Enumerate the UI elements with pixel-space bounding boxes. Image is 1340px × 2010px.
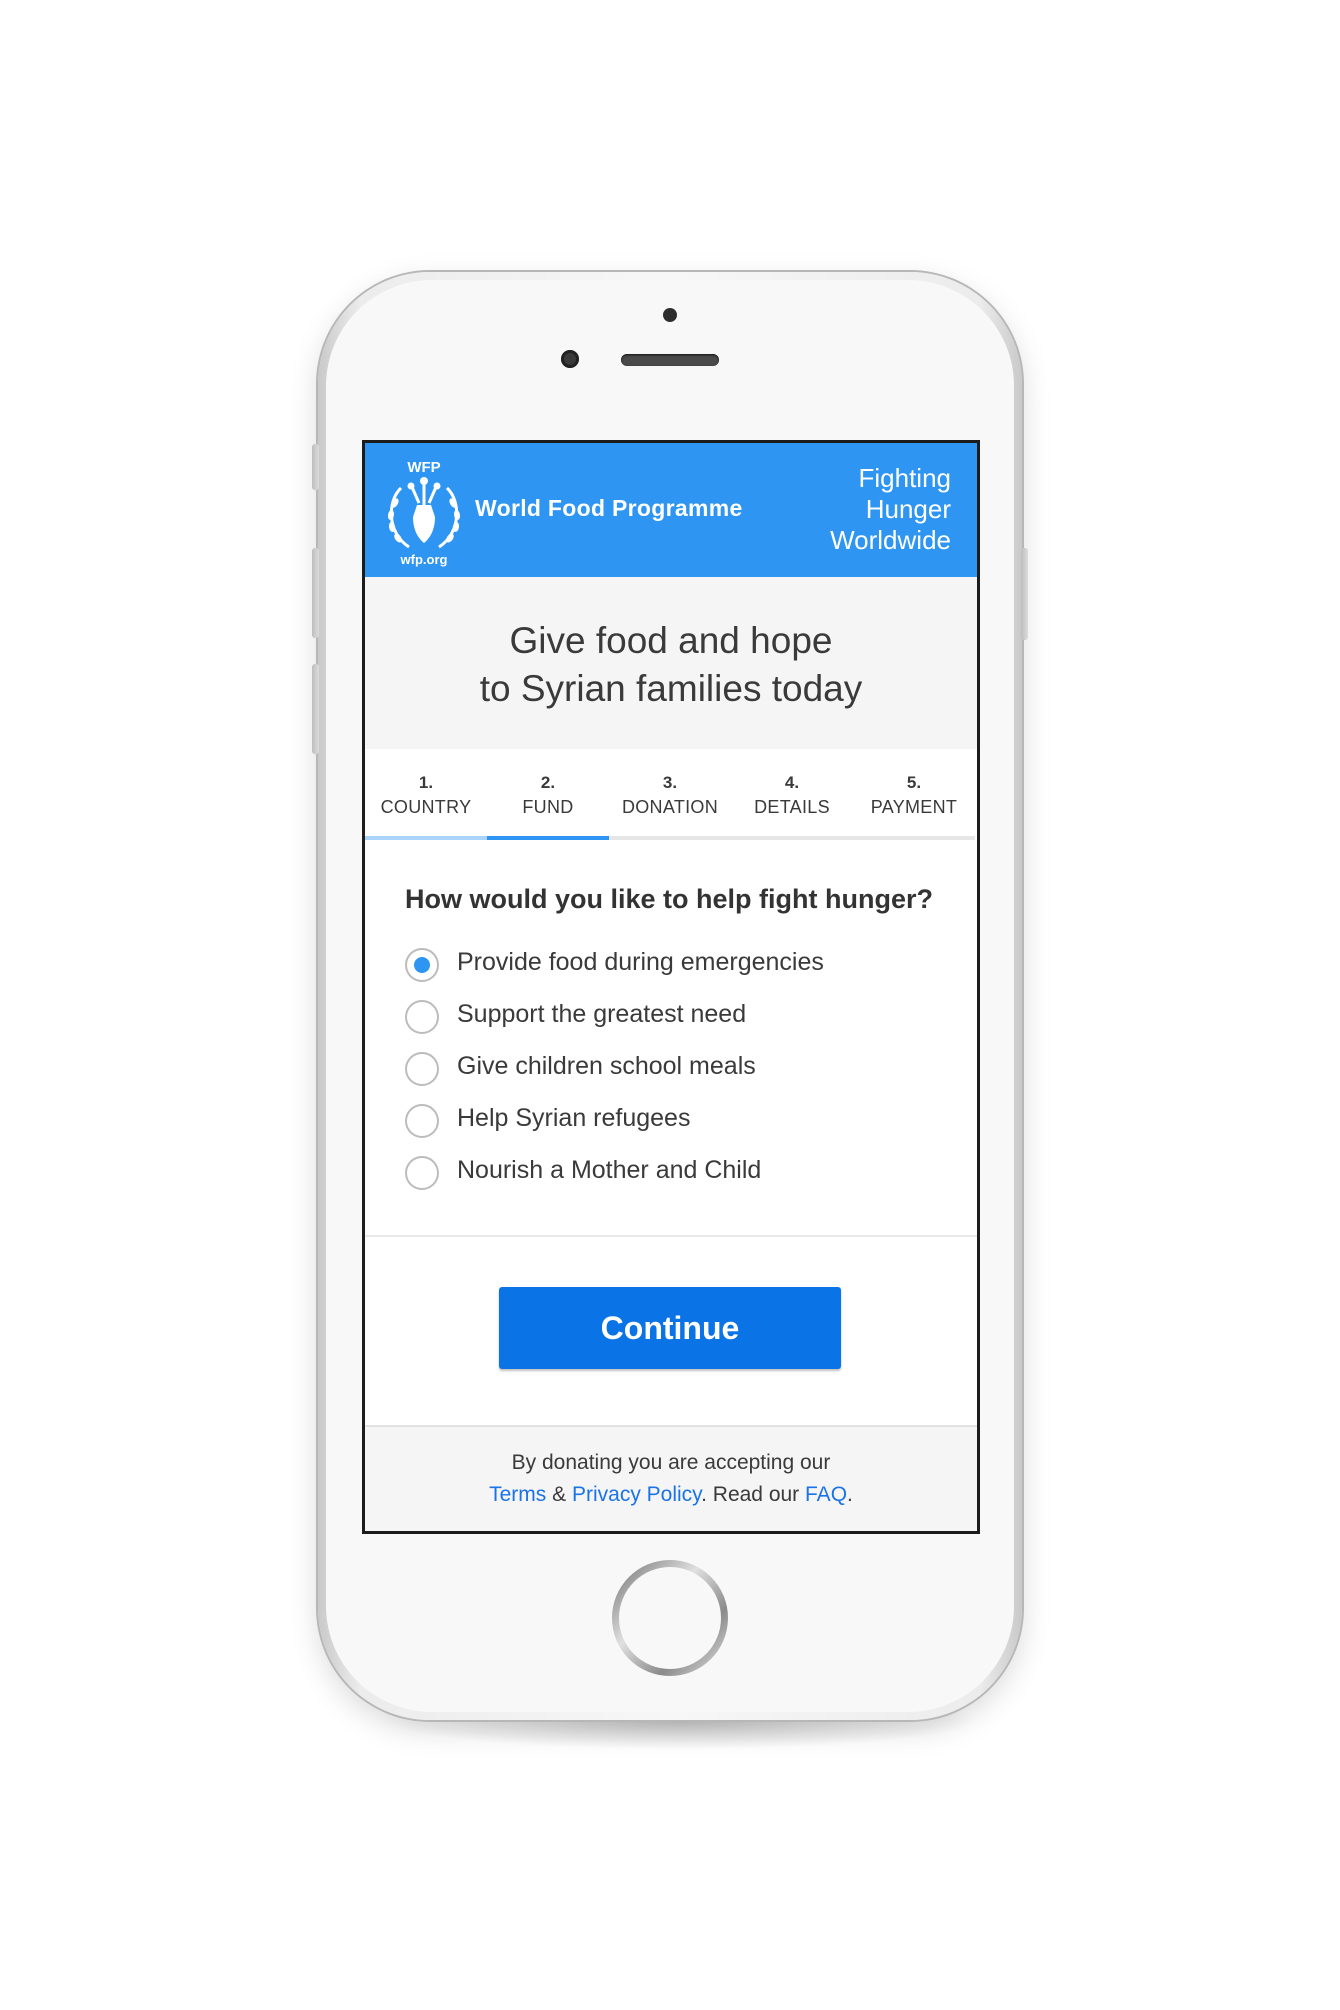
option-mother-child[interactable]: Nourish a Mother and Child	[405, 1154, 945, 1198]
option-label: Help Syrian refugees	[457, 1104, 691, 1132]
volume-down-button	[312, 664, 319, 754]
footer-amp: &	[546, 1483, 572, 1506]
footer-links-line: Terms & Privacy Policy. Read our FAQ.	[365, 1483, 977, 1507]
option-label: Provide food during emergencies	[457, 948, 824, 976]
continue-button[interactable]: Continue	[499, 1287, 841, 1369]
option-label: Support the greatest need	[457, 1000, 747, 1028]
option-greatest-need[interactable]: Support the greatest need	[405, 998, 945, 1042]
option-label: Nourish a Mother and Child	[457, 1156, 762, 1184]
proximity-sensor	[663, 308, 677, 322]
footer-period: .	[847, 1483, 853, 1506]
hero-title: Give food and hope to Syrian families to…	[479, 620, 863, 709]
step-label: DETAILS	[754, 797, 830, 817]
svg-text:WFP: WFP	[407, 459, 440, 476]
earpiece-speaker	[621, 354, 719, 366]
step-country[interactable]: 1. COUNTRY	[365, 749, 487, 840]
step-fund[interactable]: 2. FUND	[487, 749, 609, 840]
fund-question-card: How would you like to help fight hunger?…	[365, 840, 977, 1237]
terms-link[interactable]: Terms	[489, 1483, 546, 1506]
brand-name: World Food Programme	[475, 495, 743, 521]
radio-button[interactable]	[405, 1052, 439, 1086]
option-label: Give children school meals	[457, 1052, 756, 1080]
step-label: COUNTRY	[380, 797, 472, 817]
option-school-meals[interactable]: Give children school meals	[405, 1050, 945, 1094]
footer-read-our: . Read our	[701, 1483, 806, 1506]
site-header: WFP wfp.org World Food Programme Fightin…	[365, 443, 977, 577]
privacy-policy-link[interactable]: Privacy Policy	[572, 1483, 701, 1506]
radio-button-selected[interactable]	[405, 948, 439, 982]
step-label: DONATION	[621, 797, 719, 817]
radio-button[interactable]	[405, 1156, 439, 1190]
question-heading: How would you like to help fight hunger?	[405, 884, 933, 914]
tagline: Fighting Hunger Worldwide	[830, 463, 951, 555]
home-button[interactable]	[612, 1560, 728, 1676]
volume-up-button	[312, 548, 319, 638]
svg-text:wfp.org: wfp.org	[400, 552, 448, 567]
step-details[interactable]: 4. DETAILS	[731, 749, 853, 840]
step-label: FUND	[522, 797, 574, 817]
step-number: 2.	[540, 773, 556, 792]
step-number: 4.	[784, 773, 800, 792]
action-area: Continue	[365, 1237, 977, 1427]
step-number: 5.	[906, 773, 922, 792]
progress-steps: 1. COUNTRY 2. FUND 3. DONATION 4. DETAIL…	[365, 749, 977, 840]
phone-screen: WFP wfp.org World Food Programme Fightin…	[362, 440, 980, 1534]
option-emergencies[interactable]: Provide food during emergencies	[405, 946, 945, 990]
step-payment[interactable]: 5. PAYMENT	[853, 749, 975, 840]
mute-switch	[312, 444, 319, 490]
front-camera-icon	[561, 350, 579, 368]
power-button	[1021, 548, 1028, 640]
step-number: 3.	[662, 773, 678, 792]
step-number: 1.	[418, 773, 434, 792]
option-syrian-refugees[interactable]: Help Syrian refugees	[405, 1102, 945, 1146]
radio-button[interactable]	[405, 1104, 439, 1138]
hero-section: Give food and hope to Syrian families to…	[365, 577, 977, 747]
legal-footer: By donating you are accepting our Terms …	[365, 1427, 977, 1531]
faq-link[interactable]: FAQ	[805, 1483, 847, 1506]
radio-button[interactable]	[405, 1000, 439, 1034]
wfp-wreath-logo-icon[interactable]: WFP wfp.org	[379, 453, 469, 571]
step-donation[interactable]: 3. DONATION	[609, 749, 731, 840]
footer-notice: By donating you are accepting our	[511, 1451, 831, 1474]
step-label: PAYMENT	[870, 797, 958, 817]
